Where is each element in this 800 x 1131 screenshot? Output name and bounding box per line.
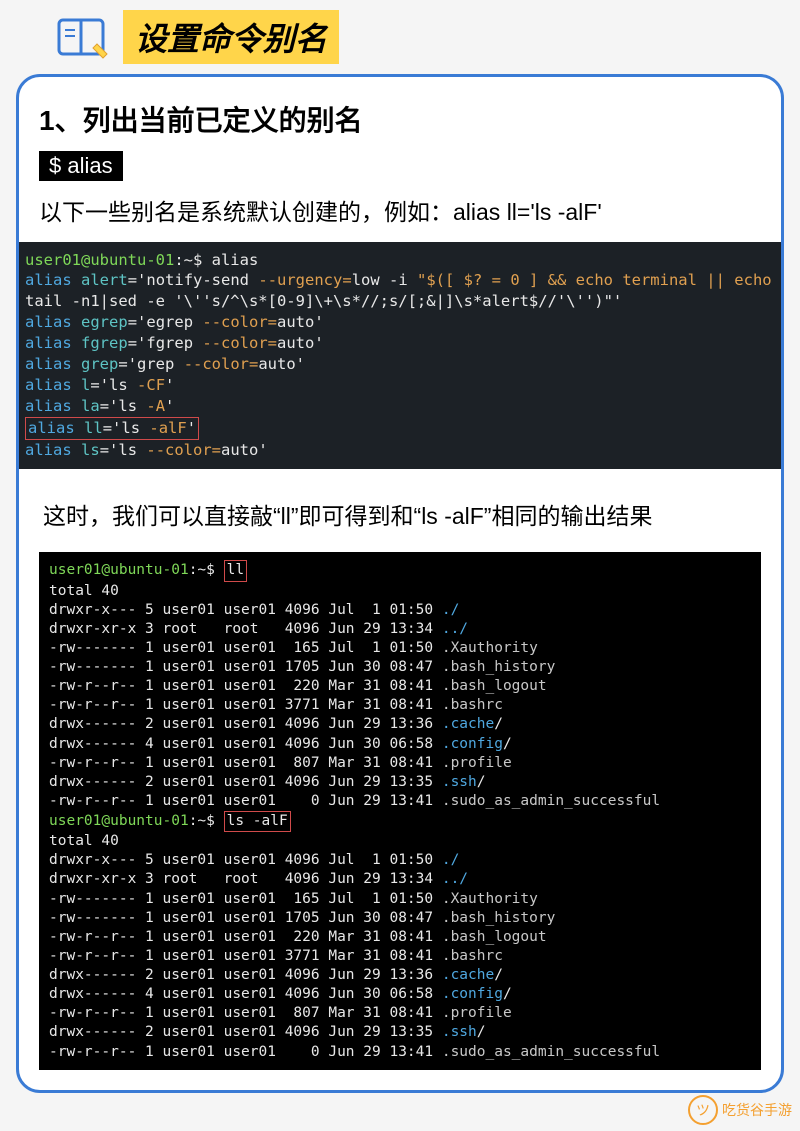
mid-paragraph: 这时，我们可以直接敲“ll”即可得到和“ls -alF”相同的输出结果 [43, 495, 757, 539]
mascot-icon: ツ [688, 1095, 718, 1125]
brand-badge: ツ 吃货谷手游 [688, 1095, 792, 1125]
terminal-output-ll: user01@ubuntu-01:~$ ll total 40 drwxr-x-… [39, 552, 761, 1069]
terminal-output-alias: user01@ubuntu-01:~$ alias alias alert='n… [19, 242, 781, 469]
section-heading: 1、列出当前已定义的别名 [39, 99, 761, 139]
command-box: $ alias [39, 151, 123, 181]
brand-text: 吃货谷手游 [722, 1100, 792, 1120]
book-icon [55, 12, 111, 62]
header: 设置命令别名 [0, 10, 800, 64]
content-card: 1、列出当前已定义的别名 $ alias 以下一些别名是系统默认创建的，例如：a… [16, 74, 784, 1093]
section-desc: 以下一些别名是系统默认创建的，例如：alias ll='ls -alF' [39, 195, 761, 230]
page-title: 设置命令别名 [123, 10, 339, 64]
